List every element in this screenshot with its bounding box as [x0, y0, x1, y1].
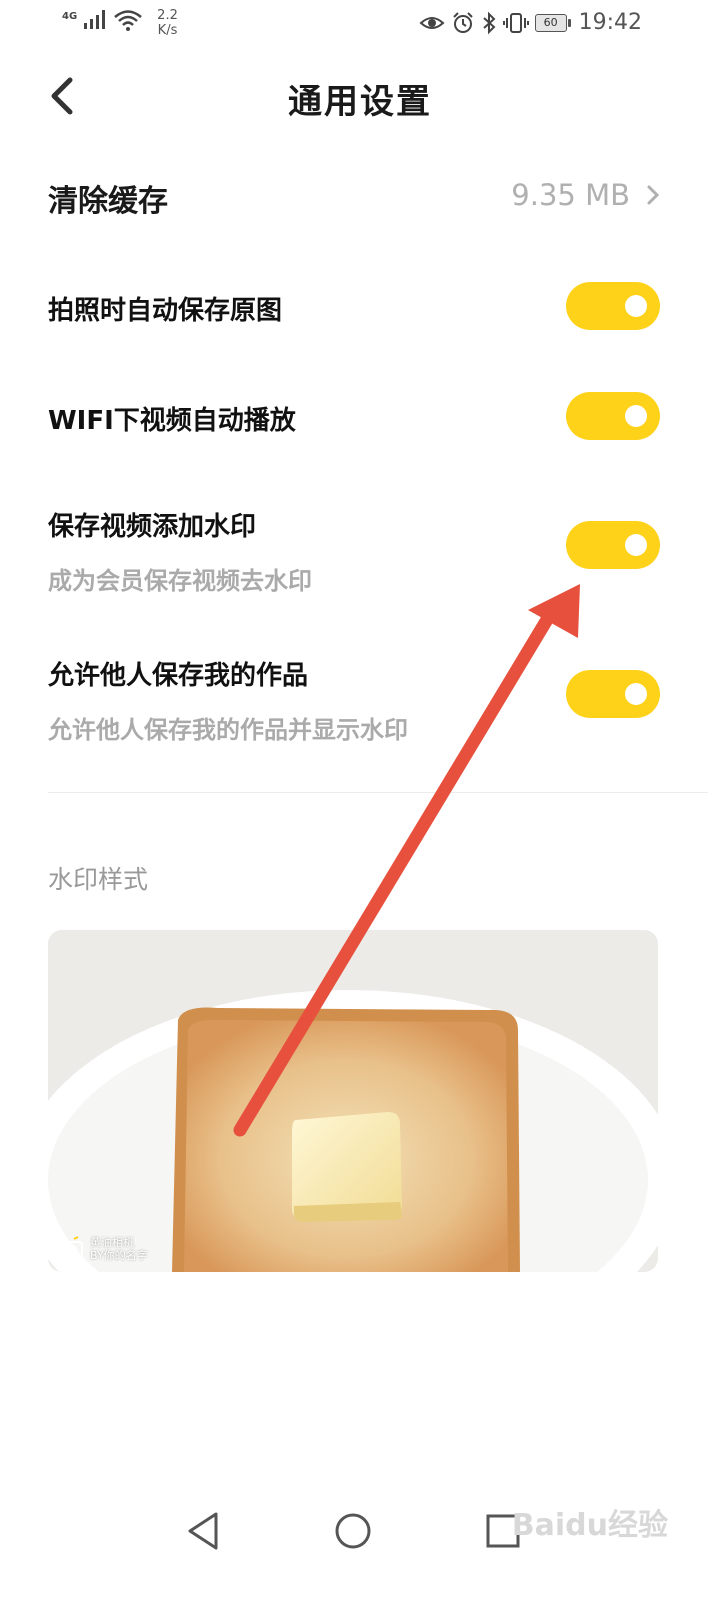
baidu-jingyan-watermark: Baidu经验	[511, 1508, 668, 1543]
network-type-label: 4G	[62, 11, 78, 22]
clear-cache-label: 清除缓存	[48, 184, 168, 219]
setting-subtitle: 成为会员保存视频去水印	[48, 567, 312, 595]
status-right: 60 19:42	[419, 10, 642, 35]
clock: 19:42	[578, 10, 642, 35]
setting-row-auto-save-original: 拍照时自动保存原图	[48, 282, 660, 330]
video-watermark-toggle[interactable]	[566, 521, 660, 569]
bluetooth-icon	[482, 11, 496, 34]
clear-cache-row[interactable]: 清除缓存 9.35 MB	[48, 176, 660, 220]
watermark-style-label: 水印样式	[48, 865, 149, 894]
toggle-knob	[625, 405, 647, 427]
back-triangle-icon	[188, 1512, 218, 1550]
page-title: 通用设置	[288, 82, 432, 122]
toast-photo	[48, 930, 658, 1272]
signal-icon	[84, 10, 106, 29]
wifi-autoplay-toggle[interactable]	[566, 392, 660, 440]
status-left: 4G 2.2 K/s	[62, 8, 178, 38]
setting-subtitle: 允许他人保存我的作品并显示水印	[48, 716, 408, 744]
setting-row-allow-others-save: 允许他人保存我的作品 允许他人保存我的作品并显示水印	[48, 655, 660, 744]
auto-save-original-toggle[interactable]	[566, 282, 660, 330]
nav-home-button[interactable]	[328, 1506, 378, 1556]
camera-logo-icon	[59, 1236, 83, 1260]
setting-row-wifi-autoplay: WIFI下视频自动播放	[48, 392, 660, 440]
toggle-knob	[625, 295, 647, 317]
watermark-brand: 黄油相机	[90, 1236, 134, 1249]
network-speed-value: 2.2	[157, 8, 178, 23]
toggle-knob	[625, 534, 647, 556]
status-bar: 4G 2.2 K/s 60 19:42	[0, 0, 720, 50]
nav-back-button[interactable]	[178, 1506, 228, 1556]
watermark-by: BY你的名字	[90, 1249, 148, 1262]
cache-value-group: 9.35 MB	[511, 178, 660, 212]
network-speed-unit: K/s	[157, 23, 178, 38]
chevron-right-icon	[647, 185, 660, 205]
annotation-arrow	[233, 584, 580, 1137]
watermark-preview-image[interactable]: 黄油相机 BY你的名字	[48, 930, 658, 1272]
wifi-icon	[114, 10, 142, 31]
eye-icon	[419, 16, 445, 29]
toggle-knob	[625, 683, 647, 705]
header: 通用设置	[0, 60, 720, 132]
vibrate-icon	[502, 12, 529, 33]
cache-size-value: 9.35 MB	[511, 178, 630, 212]
setting-row-video-watermark: 保存视频添加水印 成为会员保存视频去水印	[48, 506, 660, 595]
watermark-badge: 黄油相机 BY你的名字	[58, 1236, 148, 1262]
divider	[48, 792, 708, 793]
alarm-icon	[452, 11, 473, 33]
home-circle-icon	[335, 1513, 371, 1549]
allow-others-save-toggle[interactable]	[566, 670, 660, 718]
battery-icon: 60	[534, 13, 571, 32]
network-speed: 2.2 K/s	[157, 8, 178, 38]
